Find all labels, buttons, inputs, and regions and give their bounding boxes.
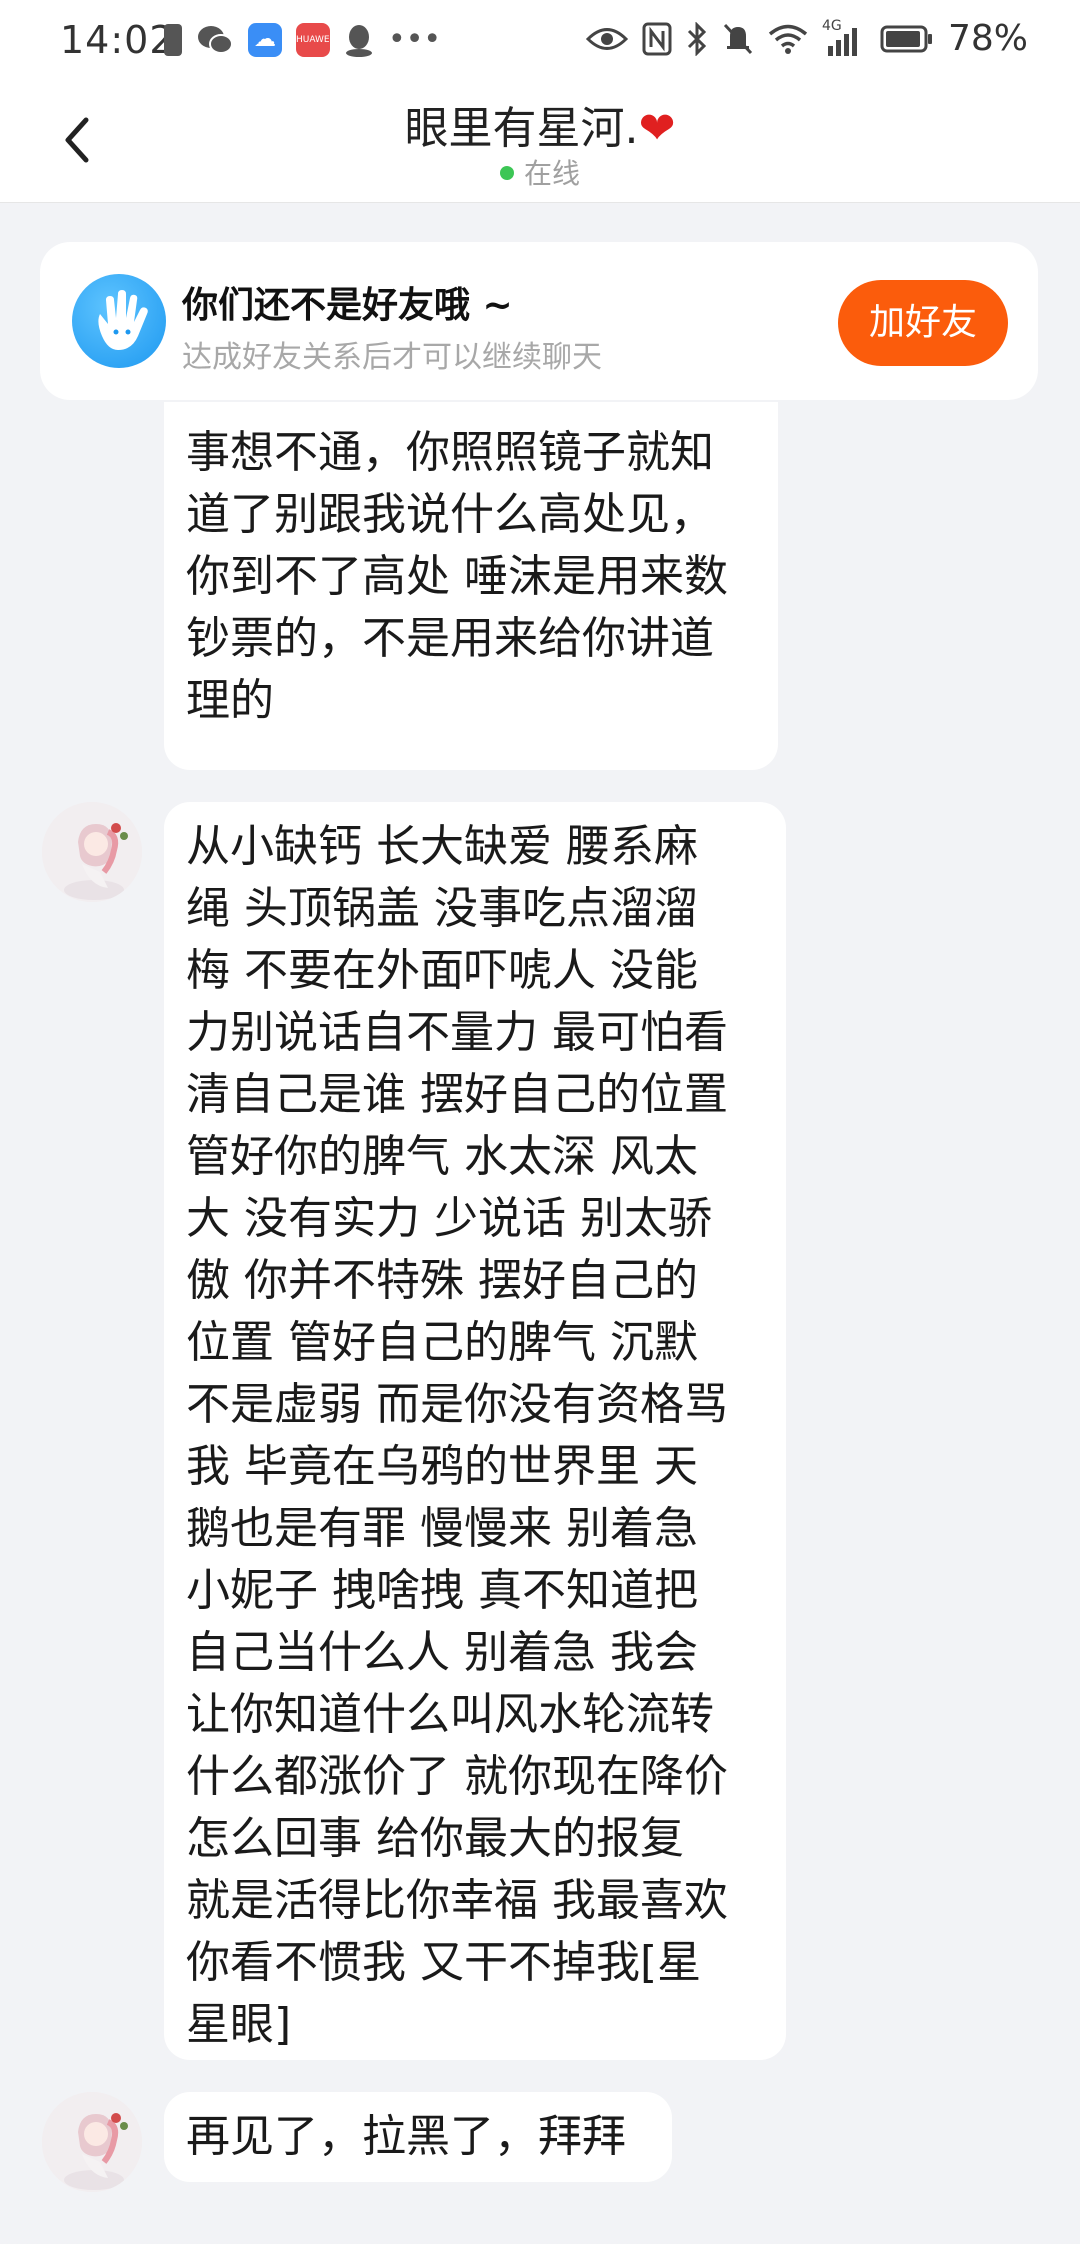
message-line: 什么都涨价了 就你现在降价 <box>186 1751 728 1802</box>
message-line: 你看不惯我 又干不掉我[星 <box>186 1937 702 1988</box>
status-bar: 14:02 ☁ HUAWEI ••• 4G 78% <box>0 0 1080 84</box>
message-list[interactable]: 事想不通，你照照镜子就知 道了别跟我说什么高处见， 你到不了高处 唾沫是用来数 … <box>0 402 1080 2244</box>
message-bubble[interactable]: 从小缺钙 长大缺爱 腰系麻 绳 头顶锅盖 没事吃点溜溜 梅 不要在外面吓唬人 没… <box>164 802 786 2060</box>
bluetooth-icon <box>687 21 707 56</box>
message-line: 再见了，拉黑了，拜拜 <box>186 2111 626 2162</box>
huawei-store-icon: HUAWEI <box>296 22 332 57</box>
mute-bell-icon <box>723 23 753 54</box>
cloud-icon: ☁ <box>248 22 282 57</box>
message-bubble[interactable]: 事想不通，你照照镜子就知 道了别跟我说什么高处见， 你到不了高处 唾沫是用来数 … <box>164 402 778 770</box>
message-line: 小妮子 拽啥拽 真不知道把 <box>186 1565 698 1616</box>
message-line: 绳 头顶锅盖 没事吃点溜溜 <box>186 883 698 934</box>
online-dot-icon <box>499 166 514 180</box>
heart-emoji: ❤ <box>638 103 676 154</box>
notification-icons: ☁ HUAWEI ••• <box>164 22 441 57</box>
penguin-icon <box>346 24 372 57</box>
battery-icon <box>880 25 932 52</box>
message-line: 怎么回事 给你最大的报复 <box>186 1813 684 1864</box>
contact-name: 眼里有星河. <box>404 103 639 154</box>
sender-avatar[interactable] <box>42 802 142 902</box>
sim-alert-icon <box>164 23 182 56</box>
cellular-signal-icon: 4G <box>822 18 866 56</box>
message-line: 位置 管好自己的脾气 沉默 <box>186 1317 698 1368</box>
message-line: 道了别跟我说什么高处见， <box>186 489 714 540</box>
message-line: 梅 不要在外面吓唬人 没能 <box>186 945 698 996</box>
add-friend-button[interactable]: 加好友 <box>838 280 1008 366</box>
message-line: 钞票的，不是用来给你讲道 <box>186 613 714 664</box>
system-status-icons: 4G 78% <box>585 18 1028 59</box>
network-type-label: 4G <box>821 17 842 34</box>
message-line: 从小缺钙 长大缺爱 腰系麻 <box>186 821 698 872</box>
sender-avatar[interactable] <box>42 2092 142 2192</box>
presence-status: 在线 <box>0 152 1080 192</box>
battery-percent: 78% <box>947 18 1028 59</box>
message-line: 管好你的脾气 水太深 风太 <box>186 1131 698 1182</box>
wifi-icon <box>768 24 808 54</box>
message-line: 事想不通，你照照镜子就知 <box>186 427 714 478</box>
nfc-icon <box>642 22 672 55</box>
message-line: 清自己是谁 摆好自己的位置 <box>186 1069 728 1120</box>
message-line: 理的 <box>186 675 274 726</box>
message-line: 傲 你并不特殊 摆好自己的 <box>186 1255 698 1306</box>
more-notifications-icon: ••• <box>388 22 442 57</box>
message-line: 就是活得比你幸福 我最喜欢 <box>186 1875 728 1926</box>
chat-title[interactable]: 眼里有星河.❤ <box>0 92 1080 156</box>
eye-comfort-icon <box>585 27 628 50</box>
wechat-icon <box>198 25 233 54</box>
status-time: 14:02 <box>60 18 175 62</box>
presence-label: 在线 <box>523 157 580 190</box>
message-line: 我 毕竟在乌鸦的世界里 天 <box>186 1441 698 1492</box>
notice-subtitle: 达成好友关系后才可以继续聊天 <box>182 340 602 375</box>
message-line: 不是虚弱 而是你没有资格骂 <box>186 1379 728 1430</box>
message-line: 力别说话自不量力 最可怕看 <box>186 1007 728 1058</box>
message-bubble[interactable]: 再见了，拉黑了，拜拜 <box>164 2092 672 2182</box>
message-line: 星眼] <box>186 1999 292 2050</box>
not-friends-notice: 你们还不是好友哦 ~ 达成好友关系后才可以继续聊天 加好友 <box>40 242 1038 400</box>
message-line: 你到不了高处 唾沫是用来数 <box>186 551 728 602</box>
notice-title: 你们还不是好友哦 ~ <box>182 285 513 326</box>
waving-hand-icon <box>72 274 166 368</box>
message-line: 自己当什么人 别着急 我会 <box>186 1627 698 1678</box>
message-line: 大 没有实力 少说话 别太骄 <box>186 1193 712 1244</box>
chat-header: 眼里有星河.❤ 在线 <box>0 84 1080 203</box>
message-line: 鹅也是有罪 慢慢来 别着急 <box>186 1503 698 1554</box>
message-line: 让你知道什么叫风水轮流转 <box>186 1689 714 1740</box>
